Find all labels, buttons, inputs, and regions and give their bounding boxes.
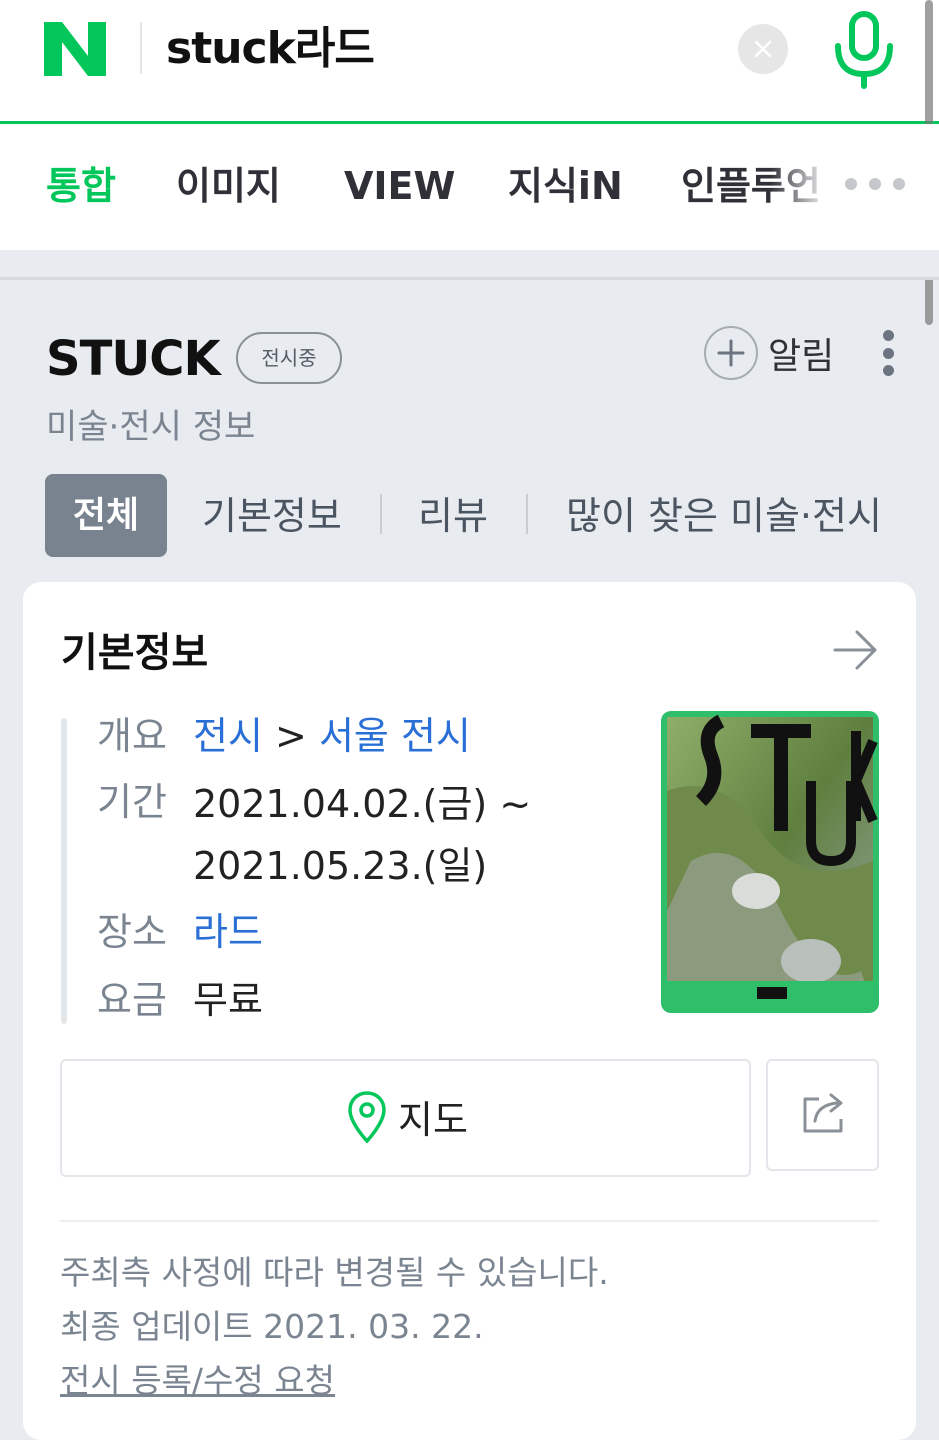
microphone-icon[interactable] — [832, 10, 896, 90]
exhibition-link[interactable]: 전시 — [193, 714, 263, 758]
map-pin-icon — [348, 1090, 386, 1144]
close-icon — [754, 40, 772, 58]
category-label: 미술·전시 정보 — [46, 407, 256, 447]
subtab-all[interactable]: 전체 — [45, 474, 167, 557]
card-title[interactable]: 기본정보 — [61, 626, 208, 680]
subtab-popular-exhibitions[interactable]: 많이 찾은 미술·전시 — [566, 490, 882, 542]
fee-value: 무료 — [193, 978, 263, 1022]
tab-images[interactable]: 이미지 — [176, 160, 281, 212]
alarm-label: 알림 — [768, 336, 835, 377]
info-left-bar — [61, 718, 67, 1024]
subtab-divider — [380, 494, 382, 534]
search-input[interactable]: stuck라드 — [166, 20, 375, 78]
map-button[interactable]: 지도 — [60, 1059, 751, 1177]
place-label: 장소 — [97, 910, 167, 954]
tab-integrated[interactable]: 통합 — [46, 160, 116, 212]
period-start: 2021.04.02.(금) ~ — [193, 782, 532, 826]
clear-search-button[interactable] — [738, 24, 788, 74]
plus-icon — [704, 326, 758, 380]
more-tabs-icon[interactable] — [845, 178, 905, 190]
exhibition-poster-image[interactable] — [661, 711, 879, 1013]
header-divider — [140, 22, 142, 74]
map-button-label: 지도 — [398, 1098, 468, 1142]
search-tabs: 통합 이미지 VIEW 지식iN 인플루언 — [0, 124, 939, 250]
naver-logo[interactable] — [44, 22, 106, 76]
page-title[interactable]: STUCK — [46, 328, 221, 390]
more-options-icon[interactable] — [880, 330, 896, 376]
status-badge: 전시중 — [236, 332, 342, 384]
tab-view[interactable]: VIEW — [344, 160, 455, 212]
overview-label: 개요 — [97, 714, 167, 758]
period-label: 기간 — [97, 780, 167, 824]
overview-separator: > — [275, 714, 307, 758]
card-divider — [60, 1220, 879, 1222]
tab-knowledge-in[interactable]: 지식iN — [508, 160, 623, 212]
arrow-right-icon[interactable] — [831, 628, 881, 672]
notice-text: 주최측 사정에 따라 변경될 수 있습니다. — [60, 1253, 609, 1292]
fee-label: 요금 — [97, 978, 167, 1022]
overview-value: 전시 > 서울 전시 — [193, 708, 471, 764]
share-icon — [803, 1093, 843, 1133]
last-updated-text: 최종 업데이트 2021. 03. 22. — [60, 1307, 484, 1346]
subtab-basic-info[interactable]: 기본정보 — [202, 490, 342, 542]
period-end: 2021.05.23.(일) — [193, 844, 488, 888]
subtab-divider — [526, 494, 528, 534]
share-button[interactable] — [766, 1059, 879, 1171]
seoul-exhibition-link[interactable]: 서울 전시 — [319, 714, 471, 758]
place-link[interactable]: 라드 — [193, 904, 263, 960]
basic-info-card: 기본정보 개요 전시 > 서울 전시 기간 2021.04.02.(금) ~ 2… — [23, 582, 916, 1440]
edit-request-link[interactable]: 전시 등록/수정 요청 — [60, 1358, 335, 1404]
alarm-button[interactable]: 알림 — [704, 326, 834, 380]
search-header: stuck라드 — [0, 0, 939, 124]
subtab-review[interactable]: 리뷰 — [418, 490, 488, 542]
section-separator — [0, 250, 939, 280]
tab-fade — [770, 144, 830, 224]
